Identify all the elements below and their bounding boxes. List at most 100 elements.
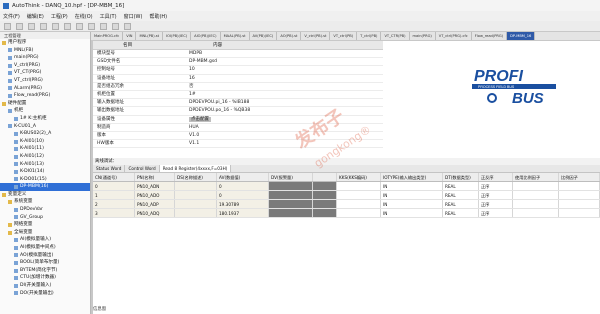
new-icon[interactable] [4,22,11,30]
tree-item[interactable]: K-BUS02(2)_A [0,130,90,138]
tab-1[interactable]: VIN [123,32,137,40]
tree-item[interactable]: VT_CT(PRG) [0,69,90,77]
tree-item[interactable]: 网络变量 [0,221,90,229]
menu-project[interactable]: 工程(P) [51,13,68,20]
cell-kks [337,209,381,217]
tree-item[interactable]: DI(开关量输入) [0,282,90,290]
cell-blank [313,191,337,199]
tab-12[interactable]: main(PRG) [410,32,436,40]
tree-item[interactable]: K-DI01(14) [0,168,90,176]
tab-4[interactable]: AIO(PB)(IEC) [191,32,221,40]
item-icon [14,245,18,250]
save-icon[interactable] [28,22,35,30]
property-value-text[interactable]: 点击配置 [189,116,211,122]
tab-10[interactable]: T_ctrl(PB) [357,32,382,40]
item-icon [8,86,12,91]
tree-item[interactable]: K-AI01(10) [0,138,90,146]
compile-icon[interactable] [100,22,107,30]
online-icon[interactable] [124,22,131,30]
cut-icon[interactable] [40,22,47,30]
open-icon[interactable] [16,22,23,30]
tab-3[interactable]: IOI(PB)(IEC) [163,32,192,40]
property-value-text: 1# [189,91,196,97]
tab-9[interactable]: VT_ctrl(PB) [330,32,358,40]
table-row[interactable]: 1 PN10_ADO 0 IN REAL 正序 [93,191,600,200]
table-row[interactable]: 0 PN10_ADN 0 IN REAL 正序 [93,182,600,191]
tree-item[interactable]: DO(开关量输出) [0,290,90,298]
tree-item[interactable]: BYTEM(简化字节) [0,267,90,275]
title-bar: AutoThink - DANQ_10.hpf - [DP-MBM_16] [0,0,600,11]
tab-0[interactable]: MainPROG.cfc [91,32,124,40]
tree-item-label: GV_Group [20,214,43,220]
tree-item[interactable]: ALarm(PRG) [0,85,90,93]
tab-8[interactable]: V_ctrl(PB).st [301,32,331,40]
tree-item[interactable]: MNL(FB) [0,47,90,55]
menu-window[interactable]: 窗口(W) [124,13,143,20]
menu-tools[interactable]: 工具(T) [100,13,117,20]
tree-item[interactable]: Flow_read(PRG) [0,92,90,100]
menu-help[interactable]: 帮助(H) [149,13,167,20]
tree-item[interactable]: 1# K:主机柜 [0,115,90,123]
paste-icon[interactable] [64,22,71,30]
tab-14[interactable]: Flow_read(PRG) [472,32,508,40]
tab-5[interactable]: MAAL(PB).st [221,32,250,40]
tab-6[interactable]: AV(PB)(IEC) [250,32,278,40]
tree-item[interactable]: 系统变量 [0,198,90,206]
cell-ratio [559,200,600,208]
tab-2[interactable]: MNL(PB).st [136,32,164,40]
tree-item[interactable]: K-AI01(11) [0,145,90,153]
tree-item[interactable]: GV_Group [0,214,90,222]
tree-item[interactable]: 全局变量 [0,229,90,237]
tree-item[interactable]: 硬件配置 [0,100,90,108]
item-icon [14,253,18,258]
undo-icon[interactable] [76,22,83,30]
tree-item[interactable]: V_ctrl(PRG) [0,62,90,70]
tab-11[interactable]: VT_CTR(PB) [381,32,410,40]
tree-item-label: K-AI01(10) [20,138,44,144]
tree-item[interactable]: BOOL(简单布尔量) [0,259,90,267]
header-ds: DS(名称描述) [175,173,217,181]
folder-icon [2,40,6,45]
tree-item[interactable]: VT_ctrl(PRG) [0,77,90,85]
menu-online[interactable]: 在线(O) [75,13,93,20]
tree-item[interactable]: 机柜 [0,107,90,115]
tree-item[interactable]: K-AI01(13) [0,161,90,169]
toolbar [0,21,600,32]
table-row[interactable]: 3 PN10_ADQ 180.1937 IN REAL 正序 [93,209,600,218]
cell-av: 0 [217,182,269,190]
tab-15[interactable]: DP-MBM_16 [507,32,536,40]
download-icon[interactable] [112,22,119,30]
cell-dt: REAL [443,200,479,208]
tab-read-register[interactable]: Read 8 Register(4xxxx,F=03H) [159,165,232,172]
tab-control-word[interactable]: Control Word [125,165,160,172]
cell-cn: 3 [93,209,135,217]
tree-item[interactable]: K-AI01(12) [0,153,90,161]
io-channel-panel: 离线调试： Status Word Control Word Read 8 Re… [93,158,600,314]
tab-7[interactable]: AO(PB).st [277,32,302,40]
copy-icon[interactable] [52,22,59,30]
property-value[interactable]: 点击配置 [183,116,383,123]
table-row[interactable]: 2 PN10_ADP 19.30789 IN REAL 正序 [93,200,600,209]
tree-item[interactable]: DPDevVar [0,206,90,214]
menu-file[interactable]: 文件(F) [3,13,20,20]
tree-item[interactable]: 变量定义 [0,191,90,199]
tree-item[interactable]: AI(模拟量中间点) [0,244,90,252]
tree-item[interactable]: 用户程序 [0,39,90,47]
property-value-text: 10 [189,67,195,73]
tree-item[interactable]: AO(模拟量输出) [0,252,90,260]
item-icon [14,177,18,182]
redo-icon[interactable] [88,22,95,30]
tree-item[interactable]: K-CU01_A [0,123,90,131]
tree-item[interactable]: DP-MBM(16) [0,183,90,191]
tab-status-word[interactable]: Status Word [93,165,126,172]
tab-13[interactable]: VT_ctrl(PRG).cfc [436,32,472,40]
tree-item-label: BYTEM(简化字节) [20,267,58,273]
tree-item[interactable]: AI(模拟量输入) [0,236,90,244]
menu-edit[interactable]: 编辑(E) [27,13,44,20]
tree-item[interactable]: CTU(加增计数器) [0,274,90,282]
cell-pn: PN10_ADQ [135,209,175,217]
property-key: 是否组态冗余 [97,83,124,89]
tree-item[interactable]: K-DO01(15) [0,176,90,184]
tree-item[interactable]: main(PRG) [0,54,90,62]
item-icon [8,109,12,114]
